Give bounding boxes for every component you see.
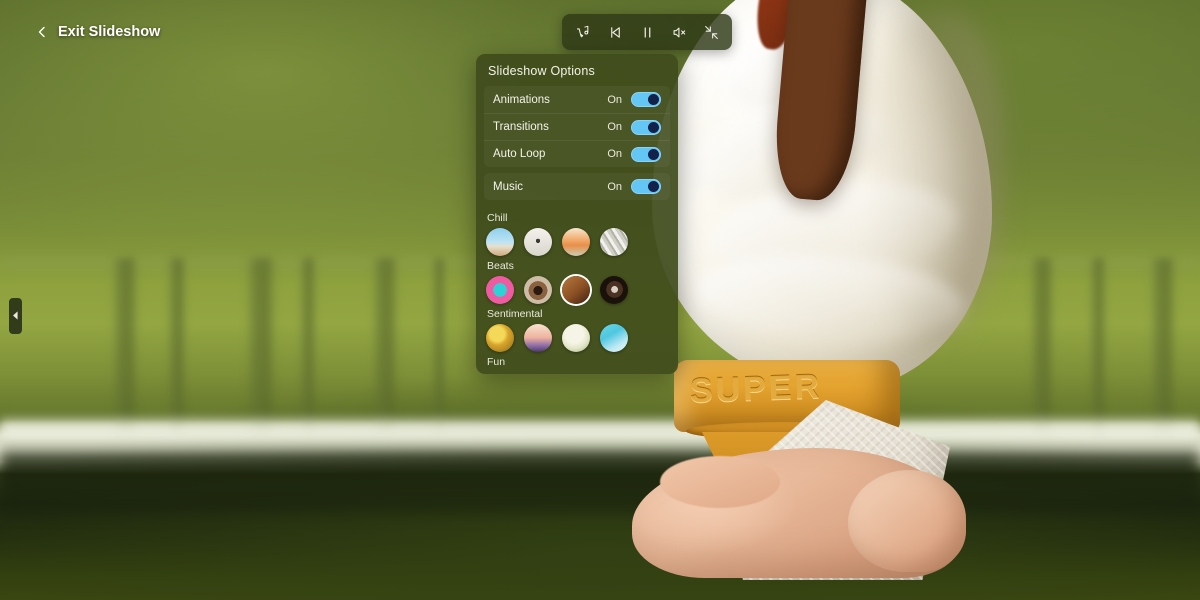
- track-thumb-chill-1[interactable]: [486, 228, 514, 256]
- track-thumb-chill-3[interactable]: [562, 228, 590, 256]
- option-label-auto-loop: Auto Loop: [493, 148, 546, 160]
- photo-thumb: [848, 470, 966, 572]
- category-title-beats: Beats: [487, 260, 514, 272]
- toggle-auto-loop[interactable]: [631, 146, 661, 162]
- slideshow-viewer: SUPER Exit Slideshow Slideshow Options A…: [0, 0, 1200, 600]
- track-thumb-chill-4[interactable]: [600, 228, 628, 256]
- speaker-mute-icon: [672, 25, 687, 40]
- track-thumb-beats-1[interactable]: [486, 276, 514, 304]
- toggle-animations[interactable]: [631, 92, 661, 107]
- option-label-animations: Animations: [493, 93, 550, 106]
- track-row-chill: [484, 228, 670, 256]
- track-row-beats: [484, 276, 670, 304]
- toggle-music[interactable]: [631, 179, 661, 194]
- option-row-music[interactable]: Music On: [484, 173, 670, 200]
- category-title-chill: Chill: [487, 212, 508, 224]
- shuffle-music-button[interactable]: [568, 19, 598, 45]
- toggle-group-music: Music On: [484, 173, 670, 200]
- panel-collapse-handle[interactable]: [9, 298, 22, 334]
- option-state-auto-loop: On: [607, 148, 622, 160]
- option-state-animations: On: [607, 93, 622, 106]
- toggle-group-playback: Animations On Transitions On Auto Loop O…: [484, 86, 670, 167]
- track-thumb-beats-3[interactable]: [562, 276, 590, 304]
- panel-body: Animations On Transitions On Auto Loop O…: [476, 86, 678, 374]
- track-thumb-sentimental-1[interactable]: [486, 324, 514, 352]
- category-title-sentimental: Sentimental: [487, 308, 543, 320]
- track-thumb-beats-4[interactable]: [600, 276, 628, 304]
- option-label-music: Music: [493, 180, 524, 193]
- option-state-transitions: On: [607, 121, 622, 133]
- pause-button[interactable]: [632, 19, 662, 45]
- pause-icon: [640, 25, 655, 40]
- music-categories: Chill Beats Sentimental Fun: [476, 206, 678, 374]
- option-row-auto-loop[interactable]: Auto Loop On: [484, 140, 670, 167]
- skip-previous-icon: [608, 25, 623, 40]
- mute-button[interactable]: [664, 19, 694, 45]
- toggle-transitions[interactable]: [631, 119, 661, 135]
- cone-embossed-text: SUPER: [689, 367, 823, 411]
- track-thumb-sentimental-2[interactable]: [524, 324, 552, 352]
- caret-left-icon: [12, 307, 19, 325]
- track-thumb-sentimental-4[interactable]: [600, 324, 628, 352]
- option-row-animations[interactable]: Animations On: [484, 86, 670, 113]
- track-thumb-sentimental-3[interactable]: [562, 324, 590, 352]
- media-toolbar: [562, 14, 732, 50]
- option-state-music: On: [607, 180, 622, 193]
- slideshow-options-panel: Slideshow Options Animations On Transiti…: [476, 54, 678, 374]
- collapse-arrows-icon: [704, 25, 719, 40]
- option-label-transitions: Transitions: [493, 121, 549, 133]
- option-row-transitions[interactable]: Transitions On: [484, 113, 670, 140]
- track-row-sentimental: [484, 324, 670, 352]
- track-thumb-beats-2[interactable]: [524, 276, 552, 304]
- previous-button[interactable]: [600, 19, 630, 45]
- shuffle-music-note-icon: [576, 25, 591, 40]
- track-thumb-chill-2[interactable]: [524, 228, 552, 256]
- exit-fullscreen-button[interactable]: [696, 19, 726, 45]
- exit-slideshow-button[interactable]: Exit Slideshow: [28, 20, 168, 44]
- category-title-fun: Fun: [487, 356, 506, 368]
- exit-slideshow-label: Exit Slideshow: [58, 24, 161, 40]
- panel-title: Slideshow Options: [488, 64, 595, 78]
- chevron-left-icon: [36, 26, 48, 38]
